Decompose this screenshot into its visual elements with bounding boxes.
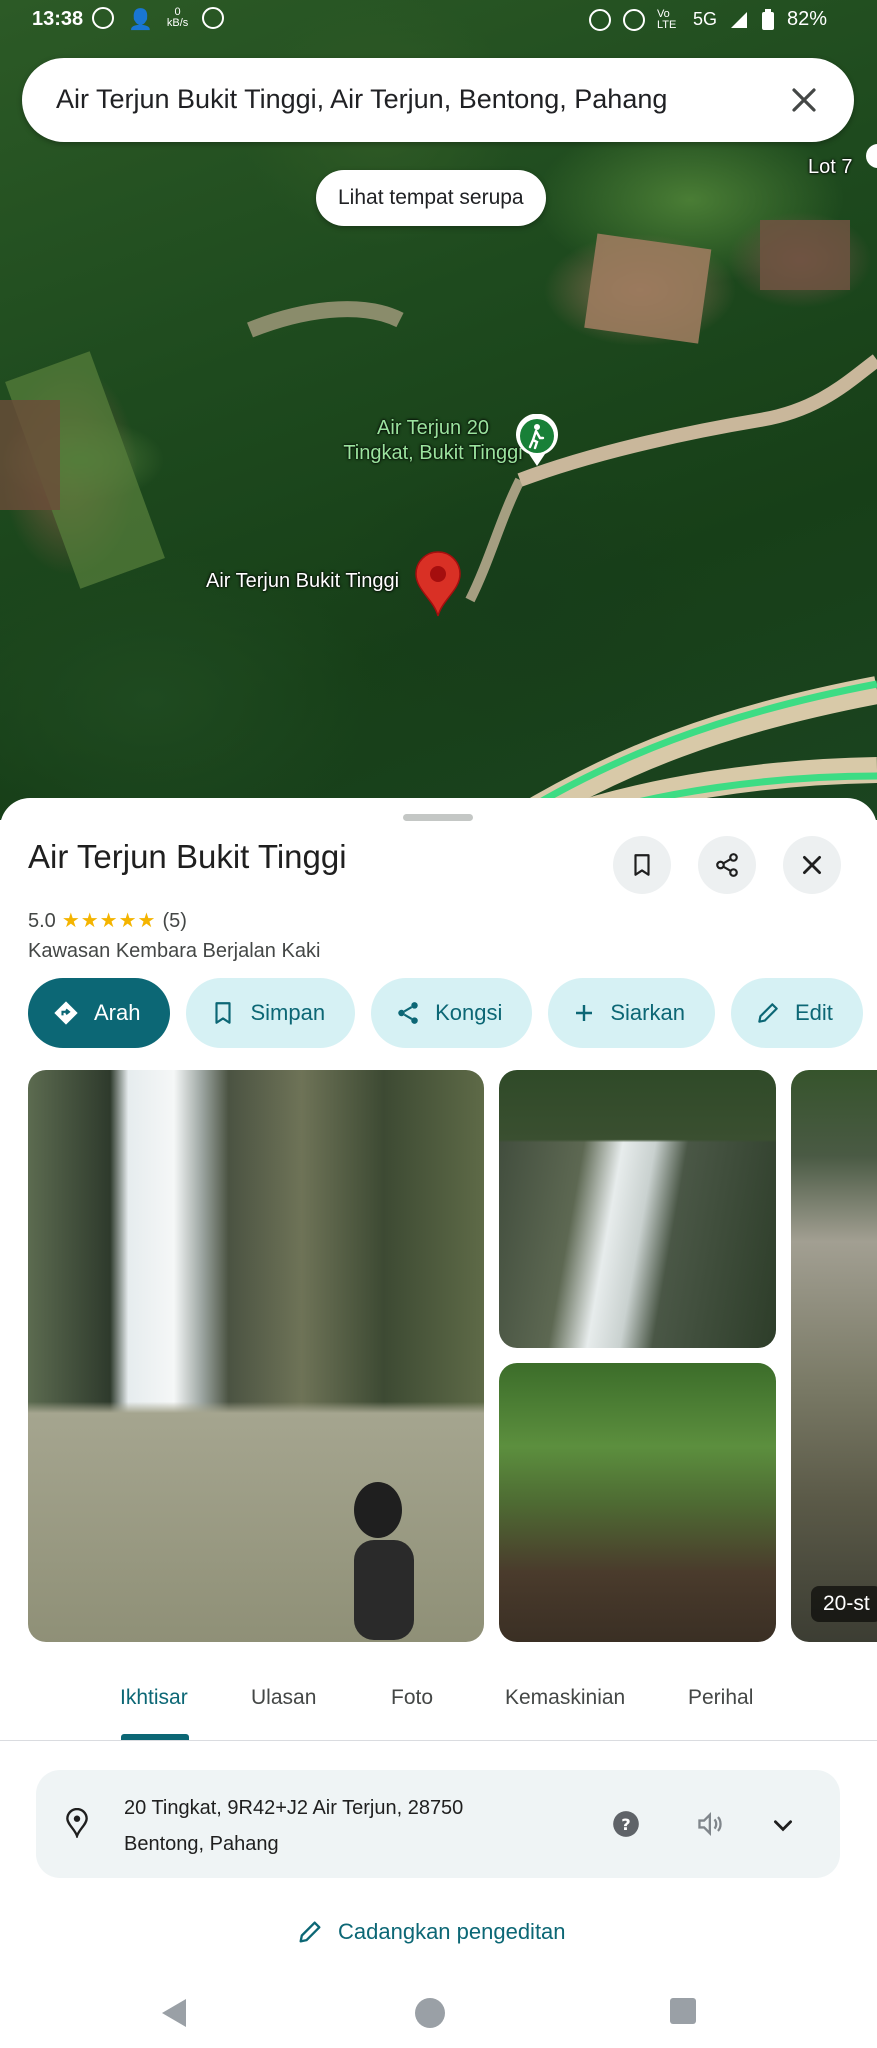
poi-label-line2: Tingkat, Bukit Tinggi	[343, 442, 523, 464]
battery-level: 82%	[786, 8, 827, 30]
review-count: (5)	[162, 910, 187, 932]
status-time: 13:38	[32, 8, 84, 30]
place-title: Air Terjun Bukit Tinggi	[28, 838, 347, 875]
notification-icons: 👤 0 kB/s	[92, 7, 225, 32]
photo-waterfall-main[interactable]	[28, 1070, 484, 1642]
whatsapp-icon	[92, 7, 114, 29]
net-speed: 0 kB/s	[167, 7, 188, 32]
volte-indicator: Vo LTE	[656, 7, 677, 31]
save-bookmark-button[interactable]	[613, 836, 671, 894]
system-nav-bar	[0, 1976, 877, 2048]
photo-rocks[interactable]: 20-st	[791, 1070, 877, 1642]
save-button[interactable]: Simpan	[186, 978, 356, 1048]
help-icon[interactable]: ?	[612, 1810, 640, 1838]
dnd-icon	[622, 8, 645, 31]
chevron-down-icon[interactable]	[770, 1812, 796, 1838]
satellite-map[interactable]: 13:38 👤 0 kB/s Vo LTE 5G 82% Air Terjun …	[0, 0, 877, 820]
directions-label: Arah	[94, 1000, 141, 1025]
share-chip-button[interactable]: Kongsi	[371, 978, 533, 1048]
tab-about[interactable]: Perihal	[688, 1686, 753, 1710]
rating-value: 5.0	[28, 910, 56, 932]
post-button[interactable]: Siarkan	[548, 978, 715, 1048]
location-pin-outline-icon	[66, 1808, 88, 1838]
suggest-edit-label: Cadangkan pengeditan	[338, 1919, 566, 1944]
status-bar: 13:38 👤 0 kB/s Vo LTE 5G 82%	[0, 0, 877, 42]
place-tabs: Ikhtisar Ulasan Foto Kemaskinian Perihal	[0, 1678, 877, 1741]
recents-nav-icon[interactable]	[668, 1996, 698, 2026]
rating-row[interactable]: 5.0 ★★★★★ (5)	[28, 908, 187, 933]
place-bottom-sheet[interactable]: Air Terjun Bukit Tinggi 5.0 ★★★★★ (5) Kawa…	[0, 798, 877, 2048]
clear-search-icon[interactable]	[780, 76, 828, 124]
address-line2: Bentong, Pahang	[124, 1833, 279, 1855]
share-button[interactable]	[698, 836, 756, 894]
share-label: Kongsi	[435, 1000, 503, 1025]
pencil-icon	[299, 1921, 321, 1943]
similar-places-button[interactable]: Lihat tempat serupa	[316, 170, 546, 226]
poi-label-line1: Air Terjun 20	[377, 417, 489, 439]
battery-icon	[761, 8, 774, 30]
pencil-icon	[758, 1003, 778, 1023]
location-pin-icon[interactable]	[412, 548, 464, 618]
bookmark-icon	[215, 1002, 232, 1024]
tab-updates[interactable]: Kemaskinian	[505, 1686, 625, 1710]
search-query[interactable]: Air Terjun Bukit Tinggi, Air Terjun, Ben…	[56, 84, 667, 115]
active-tab-indicator	[121, 1734, 189, 1740]
signal-icon	[730, 11, 747, 28]
photo-waterfall-2[interactable]	[499, 1070, 776, 1348]
action-chips: Arah Simpan Kongsi Siarkan Edit	[28, 978, 863, 1048]
search-bar[interactable]: Air Terjun Bukit Tinggi, Air Terjun, Ben…	[22, 58, 854, 142]
tab-photos[interactable]: Foto	[391, 1686, 433, 1710]
rating-stars: ★★★★★	[61, 910, 157, 932]
add-user-icon: 👤	[128, 9, 153, 31]
net-speed-unit: kB/s	[166, 17, 189, 29]
speaker-icon[interactable]	[696, 1810, 726, 1838]
photo-gallery[interactable]: 20-st	[28, 1070, 877, 1642]
network-type: 5G	[692, 9, 717, 29]
photo-ferns[interactable]	[499, 1363, 776, 1642]
map-label-lot: Lot 7	[808, 156, 853, 178]
photo-count-badge: 20-st	[811, 1586, 877, 1622]
address-card[interactable]: 20 Tingkat, 9R42+J2 Air Terjun, 28750 Be…	[36, 1770, 840, 1878]
suggest-edit-link[interactable]: Cadangkan pengeditan	[296, 1918, 566, 1946]
directions-button[interactable]: Arah	[28, 978, 171, 1048]
save-label: Simpan	[250, 1000, 326, 1025]
close-icon	[803, 856, 821, 874]
address-text: 20 Tingkat, 9R42+J2 Air Terjun, 28750 Be…	[124, 1790, 463, 1862]
hiking-poi-icon[interactable]	[513, 414, 561, 468]
system-icons: Vo LTE 5G 82%	[588, 7, 827, 31]
address-line1: 20 Tingkat, 9R42+J2 Air Terjun, 28750	[124, 1797, 464, 1819]
share-icon	[398, 1002, 418, 1024]
alarm-icon	[588, 8, 611, 31]
edit-label: Edit	[794, 1000, 833, 1025]
close-sheet-button[interactable]	[783, 836, 841, 894]
edit-button[interactable]: Edit	[730, 978, 863, 1048]
post-label: Siarkan	[610, 1000, 685, 1025]
place-category: Kawasan Kembara Berjalan Kaki	[28, 940, 321, 962]
share-icon	[716, 853, 738, 877]
directions-icon	[54, 1001, 78, 1025]
drag-handle[interactable]	[403, 814, 473, 821]
tab-reviews[interactable]: Ulasan	[251, 1686, 316, 1710]
back-nav-icon[interactable]	[158, 1996, 190, 2030]
threads-icon	[202, 7, 225, 29]
svg-text:?: ?	[621, 1815, 630, 1834]
home-nav-icon[interactable]	[413, 1996, 447, 2030]
map-pin-label: Air Terjun Bukit Tinggi	[206, 570, 400, 592]
plus-icon	[576, 1005, 593, 1021]
photo-person-figure	[354, 1482, 414, 1640]
tab-overview[interactable]: Ikhtisar	[120, 1686, 188, 1710]
bookmark-icon	[634, 854, 650, 876]
